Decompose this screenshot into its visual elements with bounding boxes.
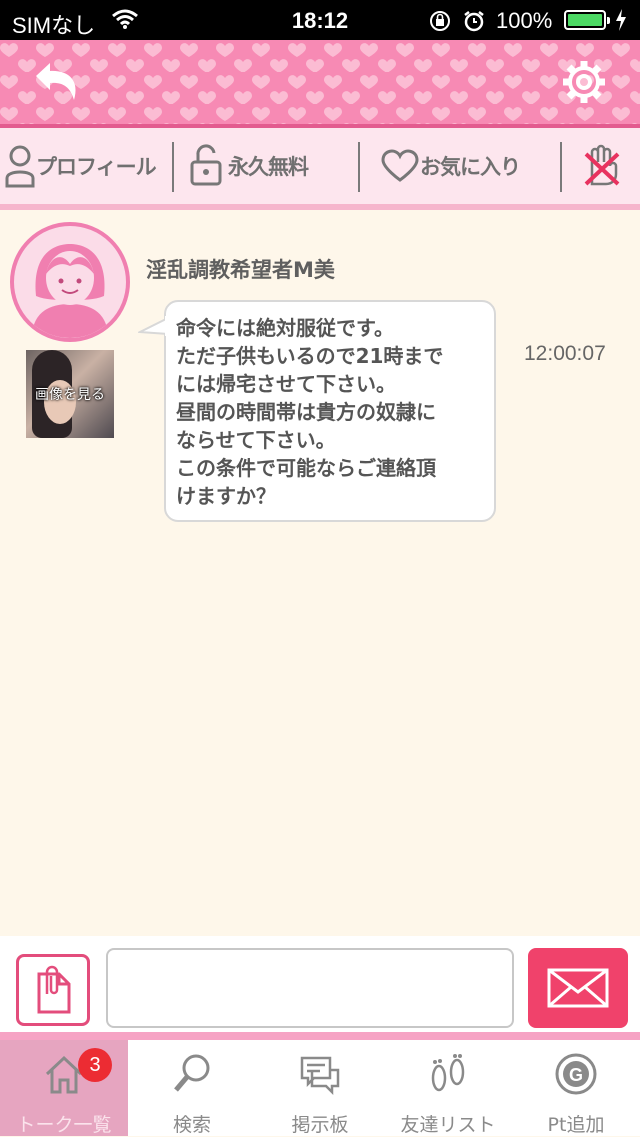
unlock-icon <box>190 144 222 186</box>
tab-label: Pt追加 <box>547 1114 605 1136</box>
unread-badge: 3 <box>78 1048 112 1082</box>
block-hand-icon <box>584 144 620 186</box>
avatar[interactable] <box>10 222 130 342</box>
tab-talk-list[interactable]: 3 トーク一覧 <box>0 1040 128 1136</box>
tab-friends[interactable]: 友達リスト <box>384 1040 512 1136</box>
profile-button[interactable]: プロフィール <box>4 128 157 204</box>
tab-label: 掲示板 <box>291 1114 349 1136</box>
heart-pattern <box>0 40 640 124</box>
message-text: 命令には絶対服従です。 ただ子供もいるので21時まで には帰宅させて下さい。 昼… <box>176 316 444 508</box>
profile-label: プロフィール <box>36 155 157 179</box>
header-bar <box>0 40 640 128</box>
tab-label: トーク一覧 <box>16 1114 112 1136</box>
message-composer <box>0 936 640 1040</box>
action-bar: プロフィール 永久無料 お気に入り <box>0 128 640 210</box>
attached-image-thumbnail[interactable]: 画像を見る <box>26 350 114 438</box>
tab-add-points[interactable]: G Pt追加 <box>512 1040 640 1136</box>
charging-icon <box>616 9 626 31</box>
envelope-icon <box>547 968 609 1008</box>
back-arrow-icon[interactable] <box>30 60 84 104</box>
board-icon <box>300 1056 340 1096</box>
svg-text:G: G <box>569 1065 583 1085</box>
heart-icon <box>381 149 419 182</box>
footprints-icon <box>431 1054 465 1092</box>
divider <box>560 142 562 192</box>
points-icon: G <box>555 1053 597 1095</box>
unlock-label: 永久無料 <box>228 155 309 179</box>
battery-percent: 100% <box>496 8 553 33</box>
status-bar: SIMなし 18:12 100% <box>0 0 640 40</box>
favorite-label: お気に入り <box>420 155 521 179</box>
divider <box>172 142 174 192</box>
tab-label: 友達リスト <box>400 1114 496 1136</box>
sender-name: 淫乱調教希望者M美 <box>146 258 335 282</box>
view-image-label: 画像を見る <box>35 387 105 403</box>
tab-search[interactable]: 検索 <box>128 1040 256 1136</box>
message-input[interactable] <box>106 948 514 1028</box>
block-button[interactable] <box>582 128 622 204</box>
search-icon <box>174 1054 210 1092</box>
rotation-lock-icon <box>430 11 450 31</box>
tab-label: 検索 <box>172 1114 211 1136</box>
attach-button[interactable] <box>16 954 90 1026</box>
alarm-icon <box>464 11 484 32</box>
bubble-tail <box>138 316 168 336</box>
message-time: 12:00:07 <box>524 342 606 365</box>
unlock-free-button[interactable]: 永久無料 <box>188 128 309 204</box>
default-avatar-icon <box>32 244 108 338</box>
favorite-button[interactable]: お気に入り <box>380 128 521 204</box>
tab-bar: 3 トーク一覧 検索 掲示板 友達リスト G Pt追加 <box>0 1040 640 1136</box>
message-bubble: 命令には絶対服従です。 ただ子供もいるので21時まで には帰宅させて下さい。 昼… <box>138 300 496 522</box>
attachment-icon <box>37 965 71 1014</box>
gear-icon[interactable] <box>560 58 608 106</box>
battery-icon <box>564 10 610 30</box>
send-button[interactable] <box>528 948 628 1028</box>
chat-content: 画像を見る 淫乱調教希望者M美 命令には絶対服従です。 ただ子供もいるので21時… <box>0 210 640 936</box>
tab-board[interactable]: 掲示板 <box>256 1040 384 1136</box>
person-icon <box>5 145 35 188</box>
divider <box>358 142 360 192</box>
